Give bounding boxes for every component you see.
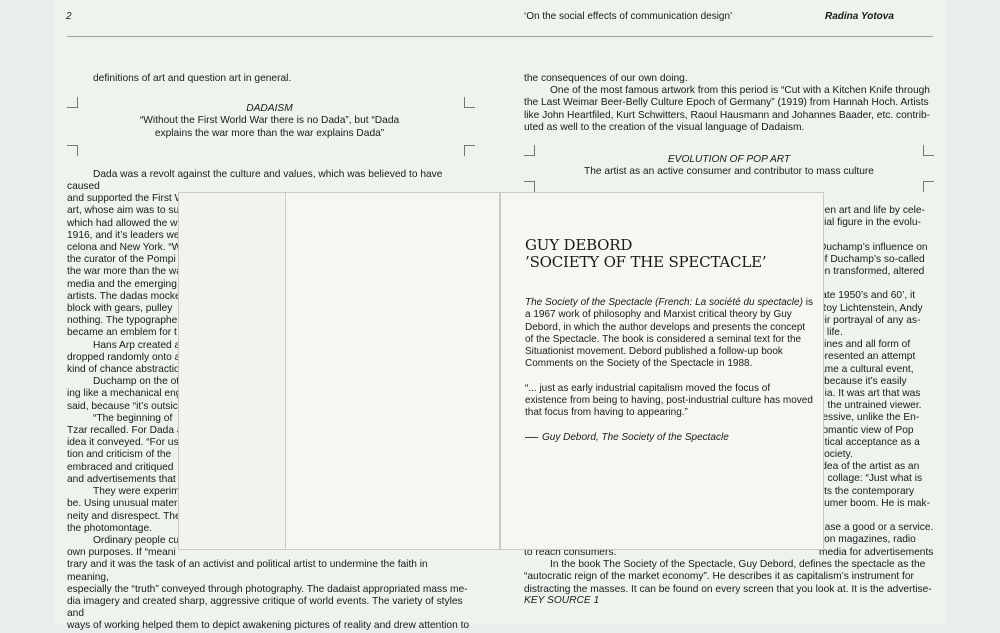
overlay-sheet-middle bbox=[285, 192, 500, 550]
text-line: romantic view of Pop bbox=[819, 424, 914, 436]
text-line: een art and life by cele- bbox=[819, 205, 925, 216]
text-line bbox=[819, 278, 944, 290]
right-column: the consequences of our own doing. One of… bbox=[524, 73, 934, 178]
text-line: In the book The Society of the Spectacle… bbox=[550, 559, 926, 571]
text-line: of Duchamp’s so-called bbox=[819, 253, 925, 265]
paragraph: definitions of art and question art in g… bbox=[93, 73, 292, 84]
crop-mark bbox=[923, 145, 934, 156]
card-body: The Society of the Spectacle (French: La… bbox=[525, 297, 815, 456]
text-line: idea of the artist as an bbox=[819, 461, 920, 473]
text-line: itial figure in the evolu- bbox=[819, 217, 921, 229]
section-subtitle: The artist as an active consumer and con… bbox=[584, 166, 874, 178]
text-line: hase a good or a service. bbox=[819, 522, 934, 534]
right-column-bottom: to reach consumers. In the book The Socie… bbox=[524, 547, 934, 607]
running-title: ‘On the social effects of communication … bbox=[524, 11, 733, 22]
crop-mark bbox=[524, 181, 535, 192]
text-line: “autocratic reign of the market economy”… bbox=[524, 571, 914, 583]
body-text: een art and life by cele-itial figure in… bbox=[819, 205, 944, 559]
text-line: like John Heartfiled, Kurt Schwitters, R… bbox=[524, 109, 931, 121]
text-line: dia. It was art that was bbox=[819, 388, 921, 400]
card-paragraph: The Society of the Spectacle (French: La… bbox=[525, 297, 815, 371]
section-heading: DADAISM bbox=[246, 103, 293, 115]
card-title: GUY DEBORD ’SOCIETY OF THE SPECTACLE’ bbox=[525, 236, 767, 271]
text-line bbox=[819, 510, 944, 522]
text-line: ressive, unlike the En- bbox=[819, 412, 920, 424]
text-line: the Last Weimar Beer-Belly Culture Epoch… bbox=[524, 97, 929, 109]
dash-rule bbox=[525, 436, 538, 438]
section-heading: EVOLUTION OF POP ART bbox=[667, 154, 791, 166]
epigraph-line: explains the war more than the war expla… bbox=[154, 127, 385, 139]
text-line: trary and it was the task of an activist… bbox=[67, 559, 428, 583]
crop-mark bbox=[923, 181, 934, 192]
text-line: late 1950’s and 60’, it bbox=[819, 290, 916, 302]
text-line: y life. bbox=[819, 327, 843, 339]
text-line: Duchamp’s influence on bbox=[819, 241, 928, 253]
card-attribution: Guy Debord, The Society of the Spectacle bbox=[525, 432, 815, 444]
text-line: sumer boom. He is mak- bbox=[819, 497, 930, 509]
crop-mark bbox=[524, 145, 535, 156]
text-line: cts the contemporary bbox=[819, 485, 915, 497]
attribution-text: Guy Debord, The Society of the Spectacle bbox=[542, 431, 729, 443]
text-line: l because it’s easily bbox=[819, 375, 907, 387]
text-line: uted as well to the creation of the visu… bbox=[524, 121, 805, 133]
book-title-italic: The Society of the Spectacle (French: La… bbox=[525, 297, 803, 308]
text-line: ritical acceptance as a bbox=[819, 436, 920, 448]
right-column-visible-fragments: een art and life by cele-itial figure in… bbox=[819, 205, 944, 559]
crop-mark bbox=[67, 97, 78, 108]
epigraph-line: “Without the First World War there is no… bbox=[139, 115, 400, 127]
overlay-sheet-back bbox=[178, 192, 286, 550]
text-line: d the untrained viewer. bbox=[819, 400, 922, 412]
text-line: en transformed, altered bbox=[819, 266, 925, 278]
text-line: society. bbox=[819, 449, 853, 461]
text-line: ways of working helped them to depict aw… bbox=[67, 620, 470, 632]
crop-mark bbox=[67, 145, 78, 156]
crop-mark bbox=[464, 97, 475, 108]
card-quote: “... just as early industrial capitalism… bbox=[525, 382, 813, 419]
text-line: Roy Lichtenstein, Andy bbox=[819, 302, 923, 314]
page-number: 2 bbox=[66, 11, 72, 22]
text-line: dia imagery and created sharp, aggressiv… bbox=[67, 595, 463, 620]
text-line: distracting the masses. It can be found … bbox=[524, 583, 932, 595]
body-text: the consequences of our own doing. One of… bbox=[524, 73, 934, 134]
body-text: to reach consumers. In the book The Socie… bbox=[524, 547, 934, 596]
key-source-card[interactable]: GUY DEBORD ’SOCIETY OF THE SPECTACLE’ Th… bbox=[500, 192, 824, 550]
key-source-label: KEY SOURCE 1 bbox=[524, 594, 600, 606]
text-line: zines and all form of bbox=[819, 339, 911, 351]
card-title-line: ’SOCIETY OF THE SPECTACLE’ bbox=[525, 253, 767, 271]
text-line: One of the most famous artwork from this… bbox=[550, 85, 930, 97]
text-line: especially the “truth” conveyed through … bbox=[67, 583, 468, 595]
header-divider bbox=[67, 36, 933, 37]
text-line: presented an attempt bbox=[819, 351, 916, 363]
text-line: n collage: “Just what is bbox=[819, 473, 923, 485]
card-title-line: GUY DEBORD bbox=[525, 236, 633, 254]
author-name: Radina Yotova bbox=[825, 11, 894, 22]
text-line: tion magazines, radio bbox=[819, 534, 916, 546]
text-line: the consequences of our own doing. bbox=[524, 73, 688, 84]
text-line: ame a cultural event, bbox=[819, 363, 914, 375]
crop-mark bbox=[464, 145, 475, 156]
text-line bbox=[819, 229, 944, 241]
text-line: Dada was a revolt against the culture an… bbox=[67, 168, 443, 193]
text-line: eir portrayal of any as- bbox=[819, 314, 921, 326]
